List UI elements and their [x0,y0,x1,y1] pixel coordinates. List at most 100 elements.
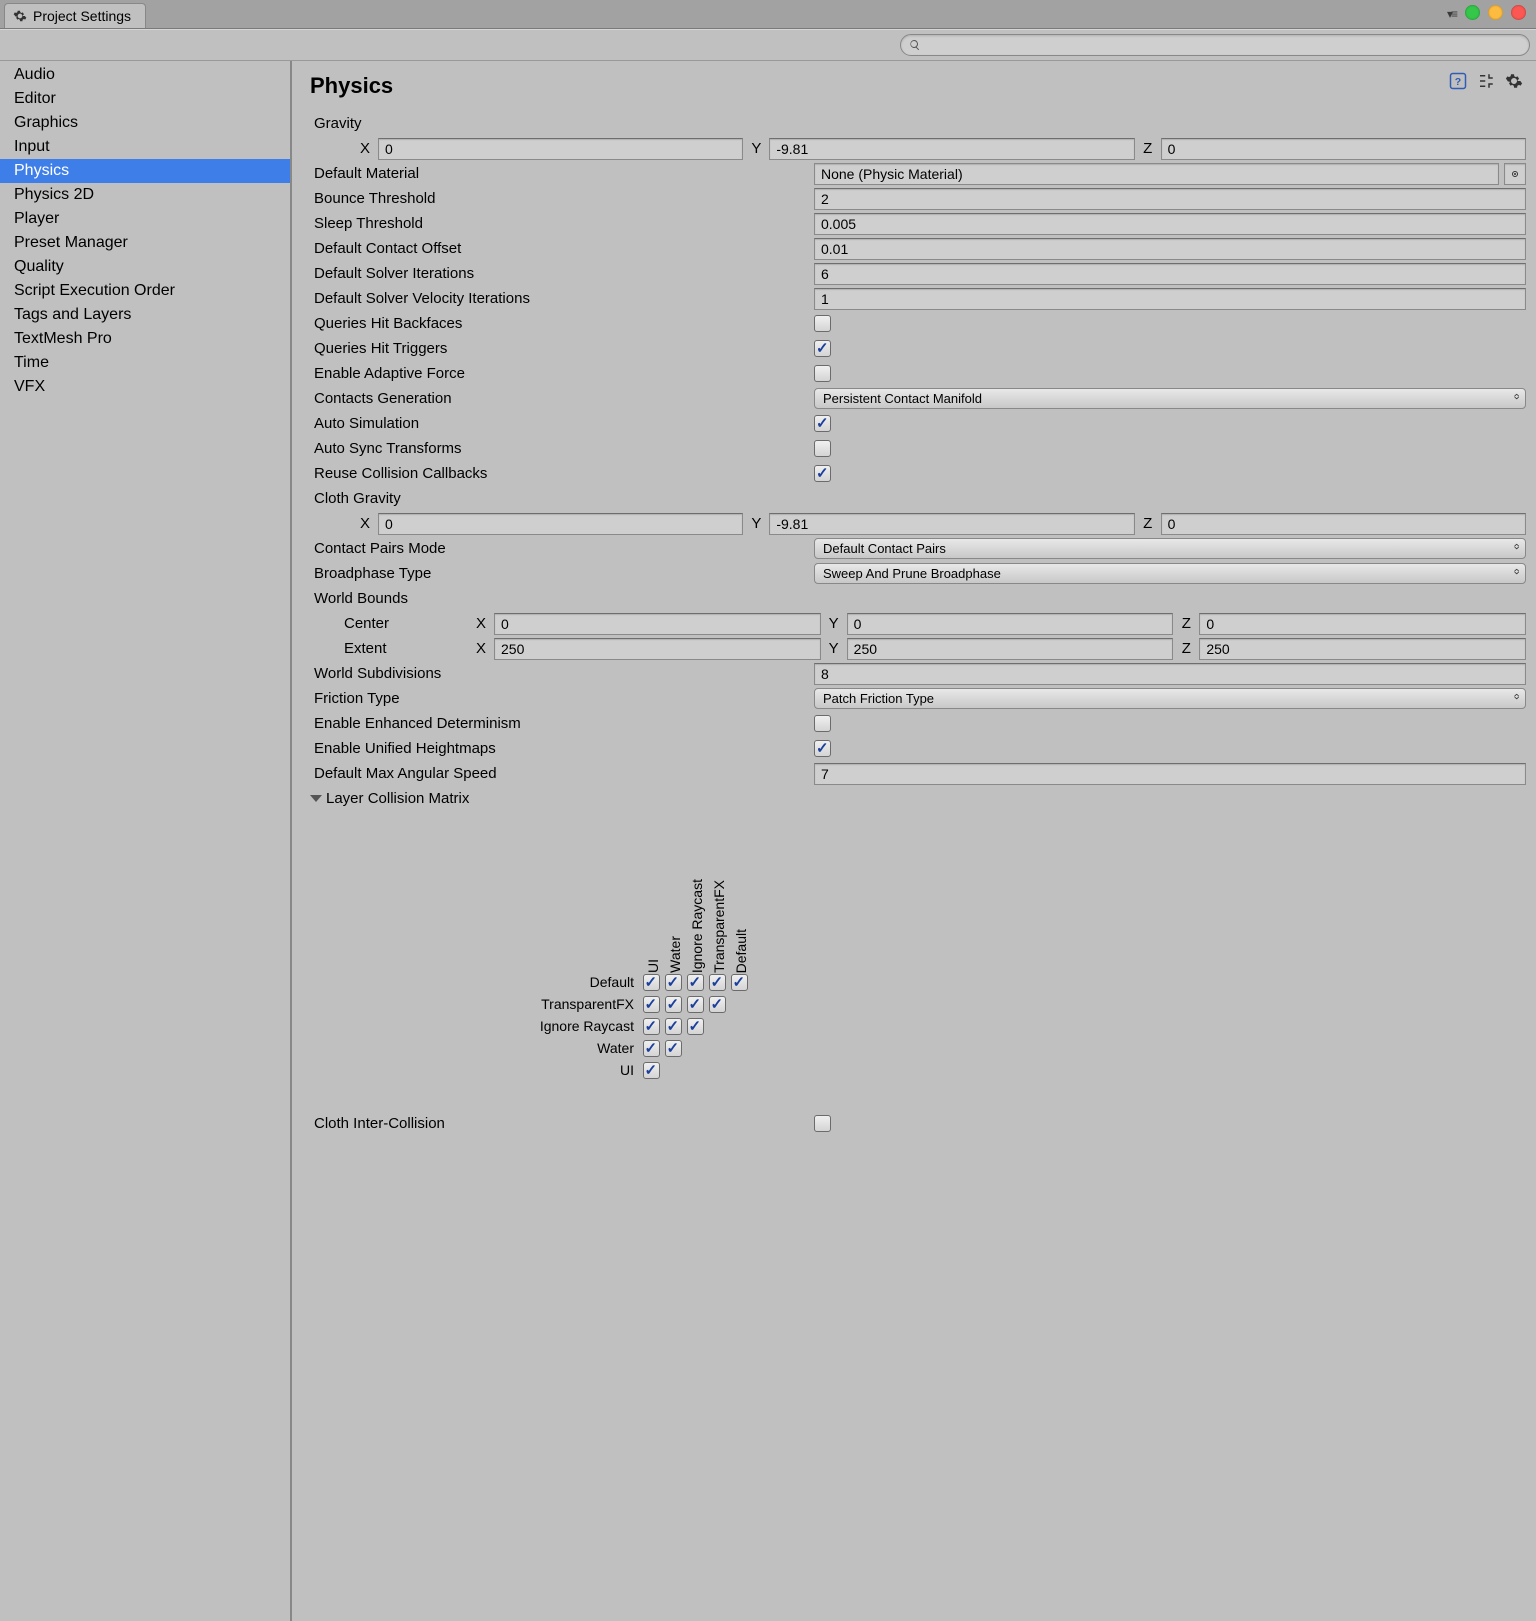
world-center-y-input[interactable] [847,613,1174,635]
matrix-checkbox[interactable] [709,974,726,991]
default-solver-velocity-iterations-input[interactable] [814,288,1526,310]
queries-hit-backfaces-checkbox[interactable] [814,315,831,332]
matrix-row: Ignore Raycast [370,1015,1526,1037]
default-solver-velocity-iterations-label: Default Solver Velocity Iterations [314,290,814,307]
bounce-threshold-label: Bounce Threshold [314,190,814,207]
sidebar-item-editor[interactable]: Editor [0,87,290,111]
default-contact-offset-input[interactable] [814,238,1526,260]
enable-adaptive-force-label: Enable Adaptive Force [314,365,814,382]
world-center-z-input[interactable] [1199,613,1526,635]
matrix-row-label: UI [370,1062,640,1078]
world-bounds-label: World Bounds [314,590,814,607]
sleep-threshold-input[interactable] [814,213,1526,235]
matrix-checkbox[interactable] [643,1018,660,1035]
enable-unified-heightmaps-label: Enable Unified Heightmaps [314,740,814,757]
panel-menu-icon[interactable]: ▾≡ [1447,7,1456,21]
layer-collision-matrix-foldout[interactable]: Layer Collision Matrix [310,786,1526,811]
gear-icon [13,9,27,23]
contact-pairs-mode-select[interactable]: Default Contact Pairs [814,538,1526,559]
world-center-x-input[interactable] [494,613,821,635]
contact-pairs-mode-label: Contact Pairs Mode [314,540,814,557]
bounce-threshold-input[interactable] [814,188,1526,210]
queries-hit-triggers-checkbox[interactable] [814,340,831,357]
reuse-collision-callbacks-label: Reuse Collision Callbacks [314,465,814,482]
broadphase-type-label: Broadphase Type [314,565,814,582]
auto-simulation-label: Auto Simulation [314,415,814,432]
matrix-row: Default [370,971,1526,993]
default-material-field[interactable]: None (Physic Material) [814,163,1499,185]
sidebar-item-player[interactable]: Player [0,207,290,231]
sidebar-item-physics-2d[interactable]: Physics 2D [0,183,290,207]
sidebar-item-quality[interactable]: Quality [0,255,290,279]
sidebar-item-audio[interactable]: Audio [0,63,290,87]
sidebar-item-tags-and-layers[interactable]: Tags and Layers [0,303,290,327]
sidebar-item-vfx[interactable]: VFX [0,375,290,399]
matrix-col-header: Default [732,823,750,973]
world-extent-z-input[interactable] [1199,638,1526,660]
world-subdivisions-label: World Subdivisions [314,665,814,682]
window-minimize-button[interactable] [1488,5,1503,20]
sidebar: AudioEditorGraphicsInputPhysicsPhysics 2… [0,61,292,1621]
matrix-checkbox[interactable] [643,1040,660,1057]
auto-simulation-checkbox[interactable] [814,415,831,432]
matrix-col-header: UI [644,823,662,973]
gravity-x-input[interactable] [378,138,743,160]
default-material-label: Default Material [314,165,814,182]
default-solver-iterations-input[interactable] [814,263,1526,285]
matrix-checkbox[interactable] [665,1018,682,1035]
window-maximize-button[interactable] [1465,5,1480,20]
svg-text:?: ? [1455,76,1461,88]
presets-icon[interactable] [1476,71,1496,91]
world-subdivisions-input[interactable] [814,663,1526,685]
search-bar [0,29,1536,61]
window-close-button[interactable] [1511,5,1526,20]
axis-x-label: X [358,140,372,157]
cloth-gravity-y-input[interactable] [769,513,1134,535]
broadphase-type-select[interactable]: Sweep And Prune Broadphase [814,563,1526,584]
enable-enhanced-determinism-checkbox[interactable] [814,715,831,732]
gravity-label: Gravity [314,115,814,132]
cloth-gravity-x-input[interactable] [378,513,743,535]
matrix-checkbox[interactable] [687,996,704,1013]
contacts-generation-select[interactable]: Persistent Contact Manifold [814,388,1526,409]
cloth-inter-collision-label: Cloth Inter-Collision [314,1115,814,1132]
auto-sync-transforms-label: Auto Sync Transforms [314,440,814,457]
gravity-y-input[interactable] [769,138,1134,160]
sidebar-item-textmesh-pro[interactable]: TextMesh Pro [0,327,290,351]
settings-gear-icon[interactable] [1504,71,1524,91]
matrix-checkbox[interactable] [643,974,660,991]
auto-sync-transforms-checkbox[interactable] [814,440,831,457]
matrix-checkbox[interactable] [665,996,682,1013]
matrix-checkbox[interactable] [643,996,660,1013]
sidebar-item-input[interactable]: Input [0,135,290,159]
cloth-inter-collision-checkbox[interactable] [814,1115,831,1132]
queries-hit-triggers-label: Queries Hit Triggers [314,340,814,357]
enable-adaptive-force-checkbox[interactable] [814,365,831,382]
object-picker-button[interactable] [1504,163,1526,185]
matrix-checkbox[interactable] [643,1062,660,1079]
search-input[interactable] [900,34,1530,56]
friction-type-select[interactable]: Patch Friction Type [814,688,1526,709]
world-extent-x-input[interactable] [494,638,821,660]
default-max-angular-speed-input[interactable] [814,763,1526,785]
matrix-checkbox[interactable] [687,1018,704,1035]
matrix-checkbox[interactable] [687,974,704,991]
gravity-z-input[interactable] [1161,138,1526,160]
matrix-checkbox[interactable] [709,996,726,1013]
enable-enhanced-determinism-label: Enable Enhanced Determinism [314,715,814,732]
tab-project-settings[interactable]: Project Settings [4,3,146,28]
cloth-gravity-z-input[interactable] [1161,513,1526,535]
matrix-row-label: Water [370,1040,640,1056]
sidebar-item-time[interactable]: Time [0,351,290,375]
reuse-collision-callbacks-checkbox[interactable] [814,465,831,482]
sidebar-item-physics[interactable]: Physics [0,159,290,183]
world-extent-y-input[interactable] [847,638,1174,660]
matrix-checkbox[interactable] [665,974,682,991]
matrix-checkbox[interactable] [731,974,748,991]
sidebar-item-preset-manager[interactable]: Preset Manager [0,231,290,255]
enable-unified-heightmaps-checkbox[interactable] [814,740,831,757]
sidebar-item-graphics[interactable]: Graphics [0,111,290,135]
sidebar-item-script-execution-order[interactable]: Script Execution Order [0,279,290,303]
help-icon[interactable]: ? [1448,71,1468,91]
matrix-checkbox[interactable] [665,1040,682,1057]
